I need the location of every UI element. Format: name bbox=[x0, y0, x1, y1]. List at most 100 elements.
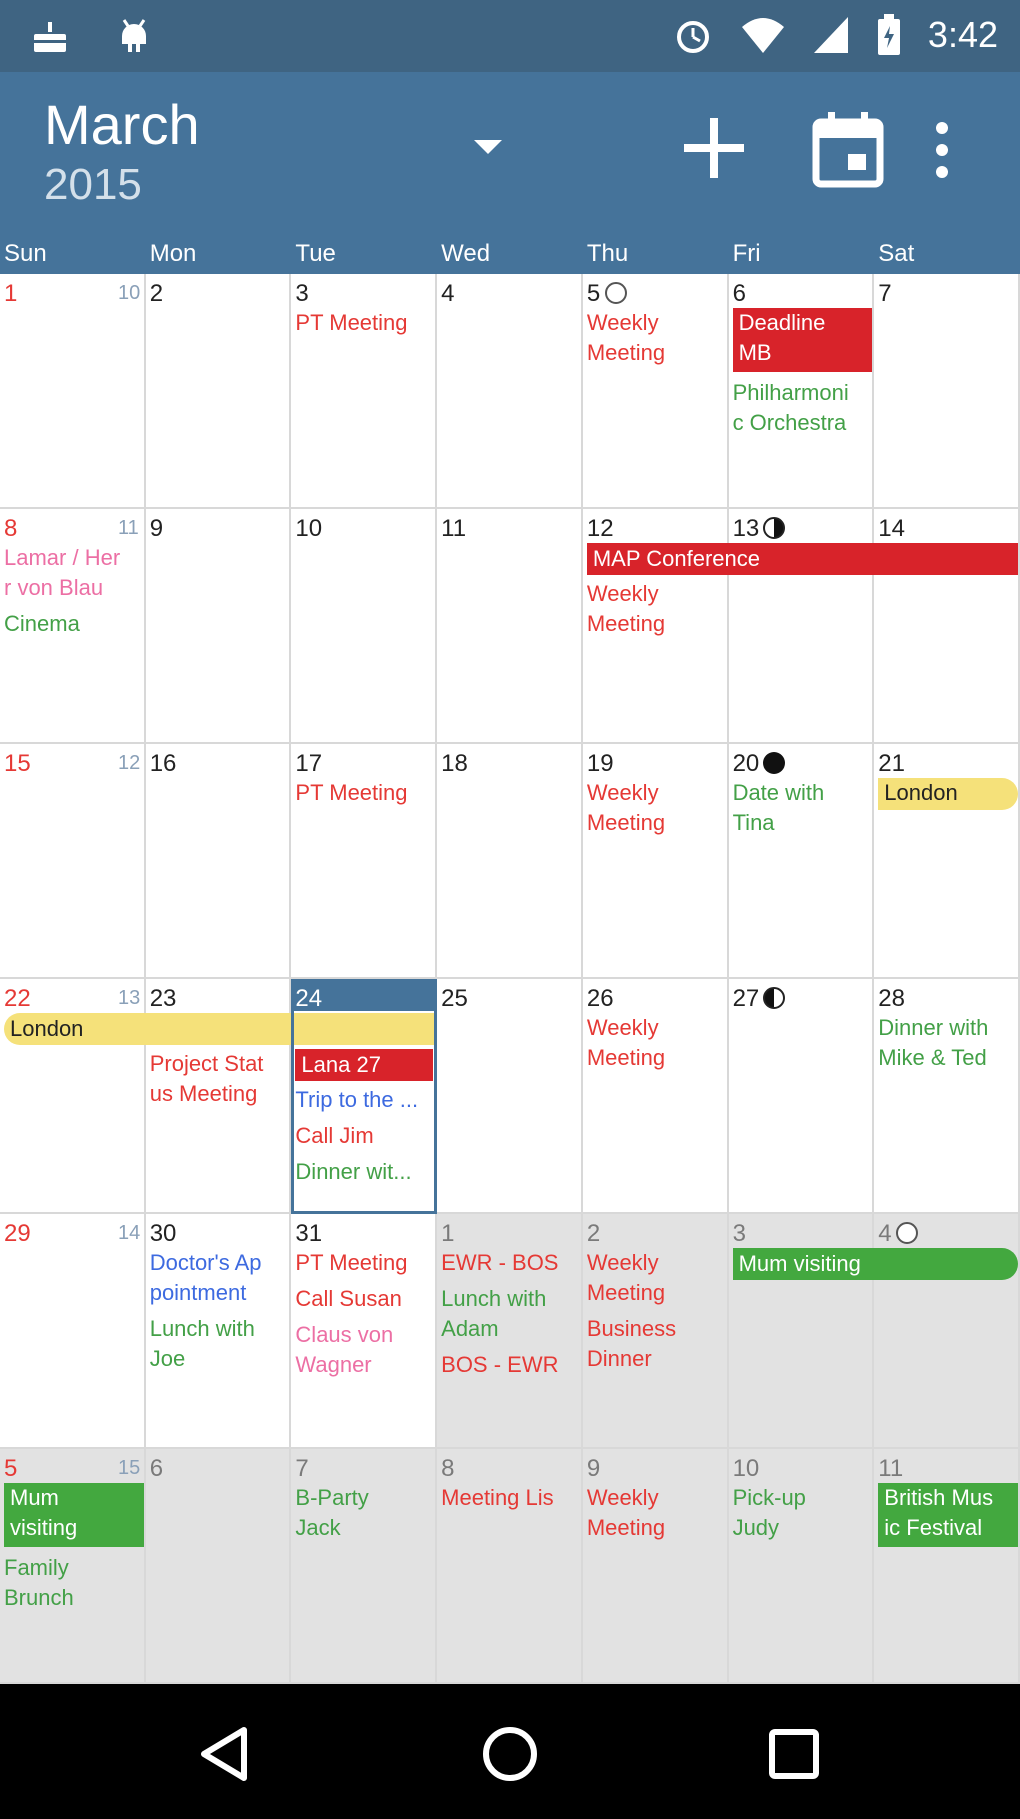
event-item[interactable]: Weekly Meeting bbox=[587, 1483, 725, 1543]
event-item[interactable]: Date with Tina bbox=[733, 778, 871, 838]
event-item[interactable]: Philharmoni c Orchestra bbox=[733, 378, 871, 438]
day-cell[interactable]: 9 Weekly Meeting bbox=[582, 1449, 729, 1684]
month-title[interactable]: March bbox=[44, 92, 200, 157]
day-cell[interactable]: 8 Meeting Lis bbox=[437, 1449, 583, 1684]
day-cell[interactable]: 2 bbox=[145, 274, 292, 509]
day-number: 2 bbox=[586, 1220, 601, 1247]
day-cell[interactable]: 20 Date with Tina bbox=[728, 744, 875, 979]
day-cell[interactable]: 10 bbox=[291, 509, 438, 744]
day-cell[interactable]: 30 Doctor's Ap pointment Lunch with Joe bbox=[145, 1214, 292, 1449]
event-item[interactable]: Cinema bbox=[4, 609, 142, 639]
day-cell[interactable]: 4 bbox=[437, 274, 583, 509]
day-cell[interactable]: 17 PT Meeting bbox=[291, 744, 438, 979]
today-icon[interactable] bbox=[810, 110, 886, 195]
multi-day-event-bar[interactable]: MAP Conference bbox=[586, 543, 1018, 575]
day-cell[interactable]: 11 bbox=[437, 509, 583, 744]
event-item[interactable]: PT Meeting bbox=[295, 1248, 433, 1278]
day-number: 20 bbox=[732, 750, 760, 777]
event-item[interactable]: Lunch with Joe bbox=[150, 1314, 288, 1374]
day-number: 15 bbox=[4, 750, 31, 777]
event-item[interactable]: Doctor's Ap pointment bbox=[150, 1248, 288, 1308]
day-cell[interactable]: 10 Pick-up Judy bbox=[728, 1449, 875, 1684]
event-item[interactable]: Weekly Meeting bbox=[587, 778, 725, 838]
more-icon[interactable] bbox=[930, 110, 954, 195]
status-time: 3:42 bbox=[927, 14, 998, 55]
day-cell[interactable]: 5 Weekly Meeting bbox=[582, 274, 729, 509]
event-item[interactable]: Project Stat us Meeting bbox=[150, 1049, 288, 1109]
event-bar[interactable]: London bbox=[878, 778, 1018, 810]
day-number: 10 bbox=[732, 1455, 760, 1482]
day-cell[interactable]: 6 Deadline MB Philharmoni c Orchestra bbox=[728, 274, 875, 509]
day-number: 4 bbox=[441, 280, 455, 307]
navigation-bar bbox=[0, 1684, 1020, 1819]
day-number: 27 bbox=[732, 985, 760, 1012]
event-bar[interactable]: British Mus ic Festival bbox=[878, 1483, 1018, 1547]
dropdown-icon[interactable] bbox=[468, 134, 508, 165]
day-cell[interactable]: 31 PT Meeting Call Susan Claus von Wagner bbox=[291, 1214, 438, 1449]
day-number: 25 bbox=[441, 985, 468, 1012]
day-cell[interactable]: 18 bbox=[437, 744, 583, 979]
day-cell[interactable]: 27 bbox=[728, 979, 875, 1214]
day-number: 28 bbox=[878, 985, 905, 1012]
event-item[interactable]: Claus von Wagner bbox=[295, 1320, 433, 1380]
day-number: 18 bbox=[441, 750, 468, 777]
event-item[interactable]: Call Susan bbox=[295, 1284, 433, 1314]
day-cell[interactable]: 1 EWR - BOS Lunch with Adam BOS - EWR bbox=[437, 1214, 583, 1449]
weekday-label: Wed bbox=[441, 240, 491, 267]
add-icon[interactable] bbox=[676, 110, 752, 191]
day-number: 10 bbox=[295, 515, 323, 542]
day-number: 26 bbox=[586, 985, 614, 1012]
day-number: 19 bbox=[586, 750, 614, 777]
day-cell[interactable]: 6 bbox=[145, 1449, 292, 1684]
event-item[interactable]: Lamar / Her r von Blau bbox=[4, 543, 142, 603]
event-item[interactable]: Business Dinner bbox=[587, 1314, 725, 1374]
event-item[interactable]: PT Meeting bbox=[295, 778, 433, 808]
day-cell[interactable]: 26 Weekly Meeting bbox=[582, 979, 729, 1214]
moon-phase-icon bbox=[762, 752, 785, 774]
event-item[interactable]: Family Brunch bbox=[4, 1553, 142, 1613]
event-item[interactable]: Weekly Meeting bbox=[587, 308, 725, 368]
day-cell[interactable]: 7 B-Party Jack bbox=[291, 1449, 438, 1684]
day-cell[interactable]: 19 Weekly Meeting bbox=[582, 744, 729, 979]
status-bar: 3:42 bbox=[0, 0, 1020, 72]
event-item[interactable]: B-Party Jack bbox=[295, 1483, 433, 1543]
multi-day-event-bar[interactable]: Mum visiting bbox=[732, 1248, 1018, 1280]
day-cell[interactable]: 3 PT Meeting bbox=[291, 274, 438, 509]
day-cell[interactable]: 25 bbox=[437, 979, 583, 1214]
event-bar[interactable]: Mum visiting bbox=[4, 1483, 144, 1547]
day-number: 8 bbox=[441, 1455, 455, 1482]
event-item[interactable]: Weekly Meeting bbox=[587, 1248, 725, 1308]
moon-phase-icon bbox=[896, 1222, 919, 1244]
event-item[interactable]: Meeting Lis bbox=[441, 1483, 579, 1513]
event-bar[interactable]: Deadline MB bbox=[732, 308, 873, 372]
recents-icon[interactable] bbox=[764, 1724, 824, 1789]
event-item[interactable]: Pick-up Judy bbox=[733, 1483, 871, 1543]
event-item[interactable]: EWR - BOS bbox=[441, 1248, 579, 1278]
day-cell[interactable]: 8 11 Lamar / Her r von Blau Cinema bbox=[0, 509, 146, 744]
day-cell[interactable]: 5 15 Mum visiting Family Brunch bbox=[0, 1449, 146, 1684]
event-item[interactable]: BOS - EWR bbox=[441, 1350, 579, 1380]
event-item[interactable]: Weekly Meeting bbox=[587, 579, 725, 639]
day-cell[interactable]: 21 London bbox=[874, 744, 1020, 979]
year-subtitle[interactable]: 2015 bbox=[44, 160, 142, 210]
home-icon[interactable] bbox=[480, 1724, 540, 1789]
event-item[interactable]: PT Meeting bbox=[295, 308, 433, 338]
day-cell[interactable]: 16 bbox=[145, 744, 292, 979]
day-number: 5 bbox=[4, 1455, 18, 1482]
day-cell[interactable]: 2 Weekly Meeting Business Dinner bbox=[582, 1214, 729, 1449]
day-number: 7 bbox=[295, 1455, 309, 1482]
event-item[interactable]: Lunch with Adam bbox=[441, 1284, 579, 1344]
weekday-label: Fri bbox=[732, 240, 761, 267]
day-number: 8 bbox=[4, 515, 18, 542]
back-icon[interactable] bbox=[196, 1724, 256, 1789]
day-cell[interactable]: 1 10 bbox=[0, 274, 146, 509]
day-cell[interactable]: 9 bbox=[145, 509, 292, 744]
day-cell[interactable]: 29 14 bbox=[0, 1214, 146, 1449]
day-cell[interactable]: 7 bbox=[874, 274, 1020, 509]
event-item[interactable]: Weekly Meeting bbox=[587, 1013, 725, 1073]
event-item[interactable]: Dinner with Mike & Ted bbox=[878, 1013, 1016, 1073]
day-cell[interactable]: 28 Dinner with Mike & Ted bbox=[874, 979, 1020, 1214]
day-number: 3 bbox=[732, 1220, 746, 1247]
day-cell[interactable]: 11 British Mus ic Festival bbox=[874, 1449, 1020, 1684]
day-cell[interactable]: 15 12 bbox=[0, 744, 146, 979]
